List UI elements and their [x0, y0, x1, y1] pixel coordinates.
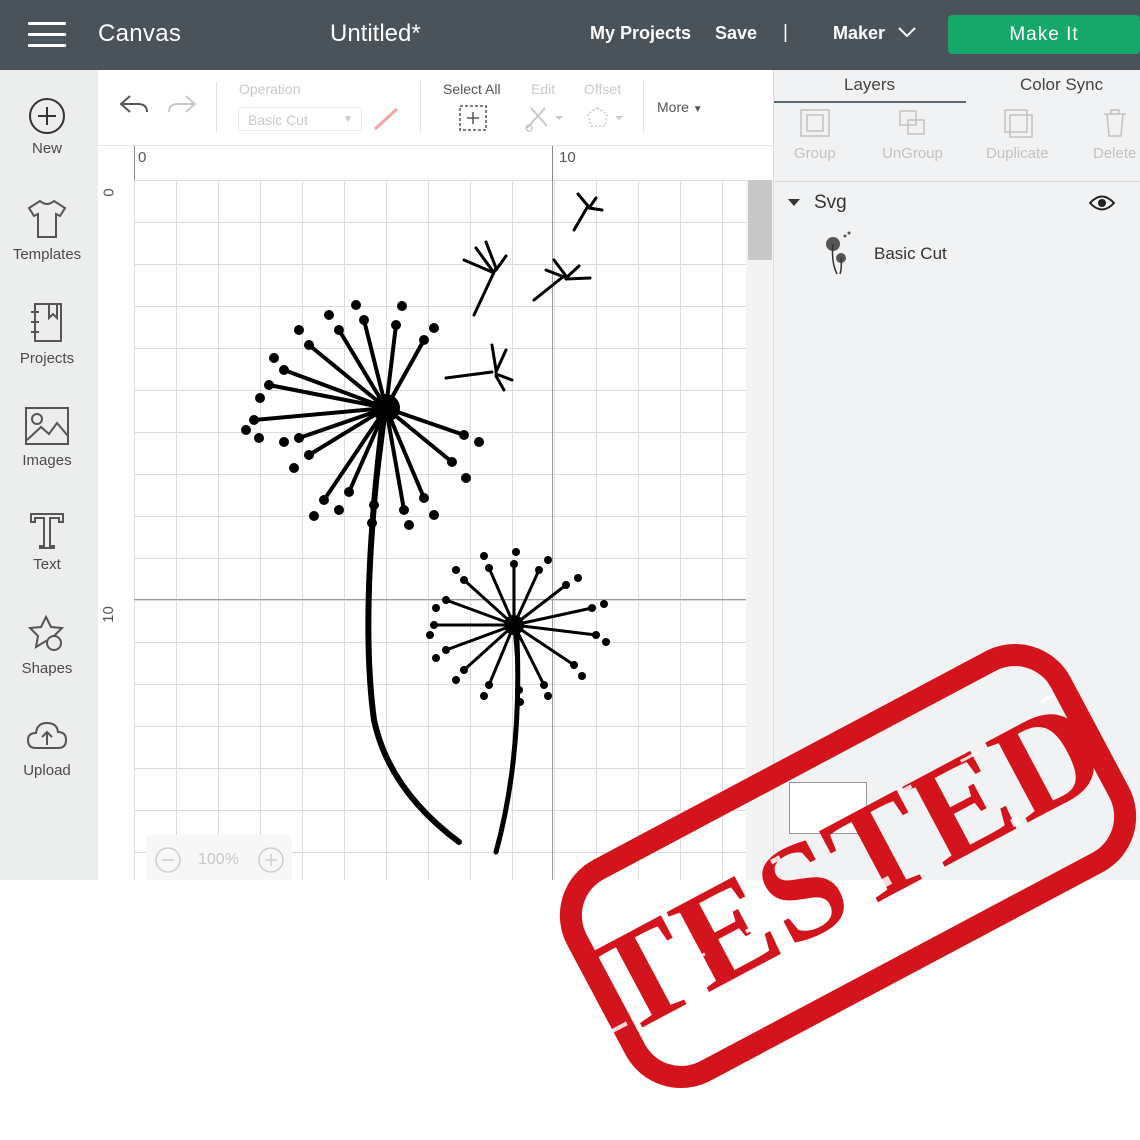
notebook-icon [31, 303, 62, 342]
top-bar: Canvas Untitled* My Projects Save | Make… [0, 0, 1140, 70]
ungroup-icon [899, 110, 926, 135]
ruler-label: 0 [99, 188, 117, 197]
undo-icon[interactable] [118, 92, 150, 118]
group-icon [800, 109, 830, 137]
ruler-label: 10 [99, 606, 117, 623]
offset-label: Offset [584, 81, 622, 97]
layer-group-name: Svg [814, 192, 847, 213]
text-t-icon [30, 513, 64, 549]
layers-panel: Layers Color Sync Group UnGroup Duplicat… [773, 70, 1140, 880]
sidebar-item-new[interactable]: New [0, 96, 94, 186]
layer-thumbnail [826, 231, 851, 275]
ungroup-label: UnGroup [882, 145, 943, 162]
save-button[interactable]: Save [715, 23, 757, 44]
design-canvas[interactable] [134, 180, 746, 880]
operation-select[interactable]: Basic Cut ▼ [238, 107, 362, 131]
select-all-label: Select All [443, 81, 501, 97]
sidebar-item-label: Upload [23, 762, 71, 779]
group-label: Group [794, 145, 836, 162]
layer-tools: Group UnGroup Duplicate Delete [774, 103, 1140, 182]
chevron-down-icon[interactable] [898, 26, 916, 38]
operation-value: Basic Cut [248, 112, 308, 128]
sidebar-item-label: Shapes [21, 660, 73, 677]
edit-toolbar: Operation Basic Cut ▼ Select All Edit Off… [98, 70, 773, 146]
zoom-level: 100% [198, 851, 239, 868]
duplicate-button[interactable]: Duplicate [986, 107, 1049, 162]
machine-selector[interactable]: Maker [833, 23, 885, 44]
sidebar-item-label: Images [22, 452, 72, 469]
eye-visibility-icon[interactable] [1089, 194, 1115, 212]
ruler-horizontal: 0 10 [98, 146, 773, 180]
toolbar-divider [216, 82, 217, 132]
operation-label: Operation [239, 81, 301, 97]
ruler-label: 0 [138, 149, 147, 166]
select-all-icon[interactable] [458, 104, 488, 132]
left-sidebar: New Templates Projects Images Text Shape… [0, 70, 98, 880]
zoom-out-icon[interactable] [154, 846, 182, 874]
ungroup-button[interactable]: UnGroup [882, 107, 943, 162]
zoom-in-icon[interactable] [257, 846, 285, 874]
layer-color-swatch[interactable] [789, 782, 867, 834]
more-menu[interactable]: More ▼ [657, 99, 703, 115]
tab-layers[interactable]: Layers [844, 75, 895, 95]
sidebar-item-shapes[interactable]: Shapes [0, 614, 94, 704]
sidebar-item-label: Templates [12, 246, 82, 263]
redo-icon[interactable] [166, 92, 198, 118]
plus-circle-icon [29, 98, 65, 134]
layer-group-svg[interactable]: Svg [788, 192, 847, 214]
duplicate-icon [1004, 109, 1034, 138]
my-projects-link[interactable]: My Projects [590, 23, 691, 44]
image-icon [25, 407, 69, 445]
design-space-app: Canvas Untitled* My Projects Save | Make… [0, 0, 1140, 880]
caret-down-icon: ▼ [692, 104, 703, 115]
canvas-scrollbar[interactable] [746, 180, 773, 880]
sidebar-item-projects[interactable]: Projects [0, 302, 94, 392]
tab-color-sync[interactable]: Color Sync [1020, 75, 1103, 95]
sidebar-item-label: Projects [19, 350, 75, 367]
zoom-control: 100% [146, 835, 292, 880]
offset-icon[interactable] [583, 104, 625, 132]
trash-icon [1103, 109, 1126, 137]
duplicate-label: Duplicate [986, 145, 1049, 162]
sidebar-item-label: New [31, 140, 62, 157]
scrollbar-thumb[interactable] [748, 180, 772, 260]
caret-down-icon: ▼ [343, 114, 353, 125]
edit-label: Edit [531, 81, 556, 97]
app-title: Canvas [98, 20, 182, 47]
toolbar-divider [420, 82, 421, 132]
caret-down-icon[interactable] [788, 199, 800, 207]
cloud-upload-icon [26, 721, 68, 749]
more-label: More [657, 99, 689, 115]
ruler-vertical: 0 10 [98, 180, 134, 880]
tshirt-icon [27, 199, 67, 238]
layer-item-label[interactable]: Basic Cut [874, 244, 947, 264]
topbar-separator: | [783, 22, 788, 43]
document-title[interactable]: Untitled* [330, 20, 421, 48]
delete-label: Delete [1093, 145, 1137, 162]
sidebar-item-images[interactable]: Images [0, 406, 94, 496]
group-button[interactable]: Group [794, 107, 836, 162]
toolbar-divider [643, 82, 644, 132]
sidebar-item-upload[interactable]: Upload [0, 718, 94, 808]
shapes-icon [27, 614, 65, 651]
edit-scissors-icon[interactable] [523, 104, 565, 132]
pen-color-icon[interactable] [371, 106, 401, 132]
sidebar-item-templates[interactable]: Templates [0, 198, 94, 288]
sidebar-item-text[interactable]: Text [0, 510, 94, 600]
ruler-label: 10 [559, 149, 576, 166]
sidebar-item-label: Text [33, 556, 61, 573]
delete-button[interactable]: Delete [1093, 107, 1136, 162]
hamburger-menu-icon[interactable] [28, 22, 66, 48]
dandelion-artwork[interactable] [134, 180, 746, 880]
make-it-button[interactable]: Make It [948, 15, 1140, 54]
